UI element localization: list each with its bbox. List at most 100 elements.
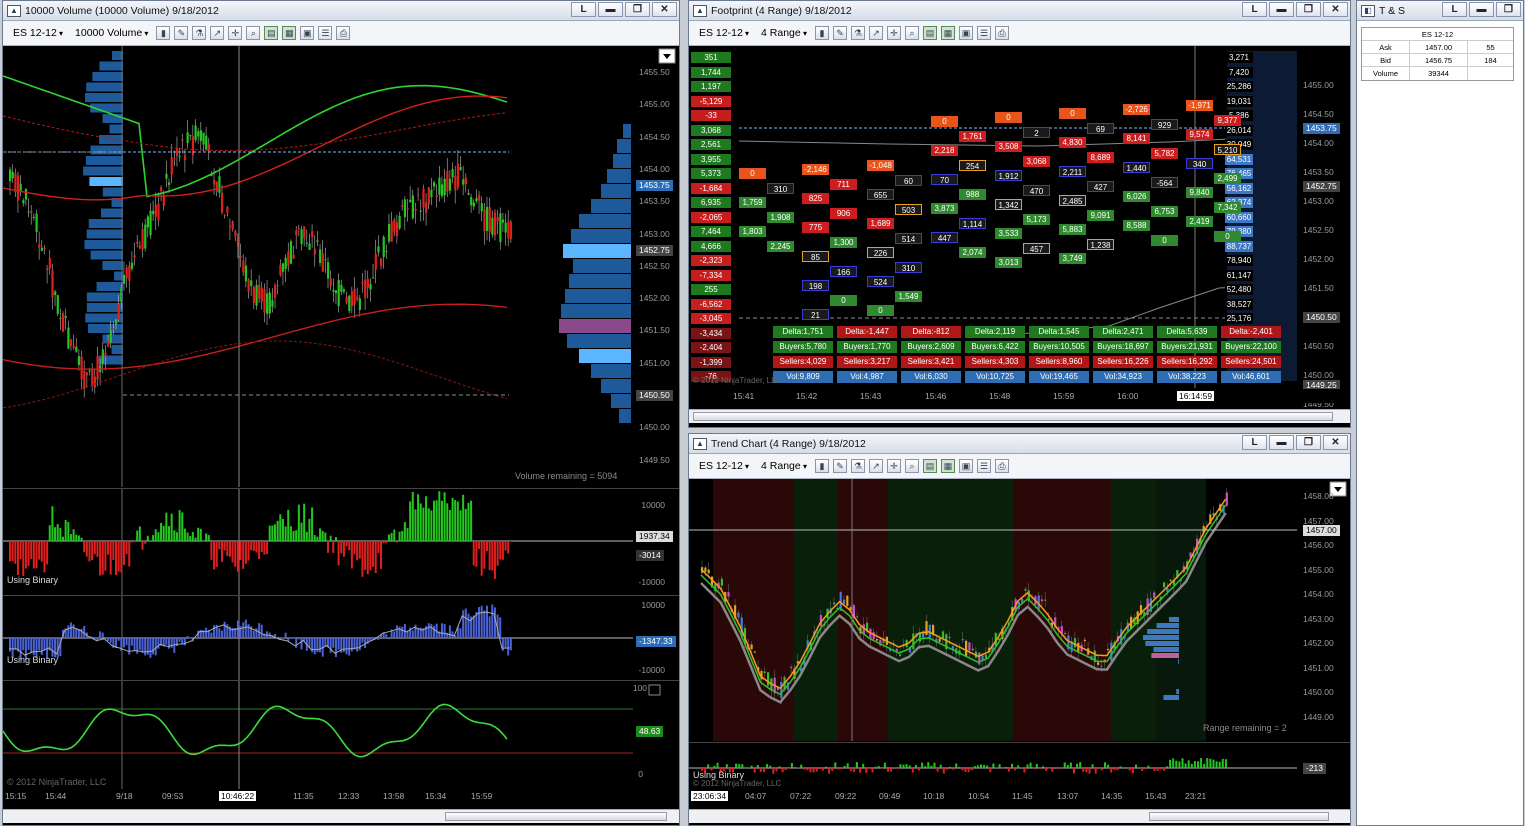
share-icon[interactable]: ⎙ xyxy=(994,459,1009,473)
snapshot-icon[interactable]: ▣ xyxy=(300,26,315,40)
data-box-icon[interactable]: ▦ xyxy=(282,26,297,40)
scrollbar-thumb[interactable] xyxy=(445,812,667,821)
candle xyxy=(446,170,449,192)
histogram-bar xyxy=(464,508,467,541)
histogram-bar xyxy=(62,536,64,541)
footprint-panel[interactable]: 351 1,744 1,197 -5,129 -33 3,068 2,561 3,955 5,3… xyxy=(689,46,1350,409)
histogram-bar xyxy=(1156,768,1159,771)
snapshot-icon[interactable]: ▣ xyxy=(958,26,973,40)
title-bar[interactable]: ▲ Footprint (4 Range) 9/18/2012 L ▬ ❐ ✕ xyxy=(689,1,1350,21)
histogram-bar xyxy=(877,766,880,768)
strategy-icon[interactable]: ↗ xyxy=(868,26,883,40)
zoom-icon[interactable]: ⌕ xyxy=(904,26,919,40)
bar-type-icon[interactable]: ▮ xyxy=(156,26,171,40)
indicator-panel-2[interactable]: 10000 -10000 -1347.33 Using Binary xyxy=(3,595,679,680)
scrollbar-thumb[interactable] xyxy=(1149,812,1329,821)
instrument-selector[interactable]: ES 12-12 xyxy=(9,27,67,39)
footprint-cell: 1,114 xyxy=(959,217,986,229)
indicator-panel-3[interactable]: 100 0 48.63 © 2012 NinjaTrader, LLC xyxy=(3,680,679,789)
minimize-button[interactable]: ▬ xyxy=(1269,435,1294,450)
footprint-left-cell: -2,404 xyxy=(691,342,731,353)
indicator-panel-1[interactable]: 10000 -10000 1937.34 -3014 Using Binary xyxy=(3,488,679,595)
draw-pencil-icon[interactable]: ✎ xyxy=(832,459,847,473)
share-icon[interactable]: ⎙ xyxy=(994,26,1009,40)
trend-price-panel[interactable]: 1458.00 1457.00 1456.00 1455.00 1454.00 1453.… xyxy=(689,479,1350,741)
crosshair-icon[interactable]: ✛ xyxy=(886,459,901,473)
chart-trader-icon[interactable]: ▤ xyxy=(922,459,937,473)
maximize-button[interactable]: ❐ xyxy=(1296,435,1321,450)
indicator-icon[interactable]: ⚗ xyxy=(850,26,865,40)
instrument-selector[interactable]: ES 12-12 xyxy=(695,460,753,472)
price-panel[interactable]: 1455.50 1455.00 1454.50 1454.00 1453.50 1453.… xyxy=(3,46,679,487)
candle xyxy=(790,667,793,669)
footprint-cell: 60 xyxy=(895,174,922,186)
link-button[interactable]: L xyxy=(1242,2,1267,17)
histogram-bar xyxy=(1159,768,1162,770)
histogram-bar xyxy=(189,536,192,541)
histogram-bar xyxy=(509,638,512,651)
period-selector[interactable]: 10000 Volume xyxy=(71,27,152,39)
maximize-button[interactable]: ❐ xyxy=(1496,2,1521,17)
maximize-button[interactable]: ❐ xyxy=(1296,2,1321,17)
minimize-button[interactable]: ▬ xyxy=(1469,2,1494,17)
horizontal-scrollbar[interactable] xyxy=(689,809,1350,823)
histogram-bar xyxy=(1178,761,1181,768)
bar-type-icon[interactable]: ▮ xyxy=(814,459,829,473)
ts-row[interactable]: Ask 1457.00 55 xyxy=(1362,41,1513,54)
link-button[interactable]: L xyxy=(571,2,596,17)
ts-row[interactable]: Bid 1456.75 184 xyxy=(1362,54,1513,67)
chart-trader-icon[interactable]: ▤ xyxy=(922,26,937,40)
indicator-icon[interactable]: ⚗ xyxy=(850,459,865,473)
histogram-bar xyxy=(488,616,491,638)
properties-icon[interactable]: ☰ xyxy=(318,26,333,40)
histogram-bar xyxy=(475,541,478,567)
time-label: 13:58 xyxy=(383,791,405,801)
share-icon[interactable]: ⎙ xyxy=(336,26,351,40)
crosshair-icon[interactable]: ✛ xyxy=(886,26,901,40)
indicator-icon[interactable]: ⚗ xyxy=(192,26,207,40)
minimize-button[interactable]: ▬ xyxy=(1269,2,1294,17)
draw-pencil-icon[interactable]: ✎ xyxy=(832,26,847,40)
time-label: 14:35 xyxy=(1101,791,1123,801)
candle xyxy=(403,199,407,218)
trend-indicator-panel[interactable]: -213 Using Binary © 2012 NinjaTrader, LL… xyxy=(689,742,1350,788)
horizontal-scrollbar[interactable] xyxy=(689,409,1350,423)
snapshot-icon[interactable]: ▣ xyxy=(958,459,973,473)
candle xyxy=(136,241,139,244)
period-selector[interactable]: 4 Range xyxy=(757,460,811,472)
chart-trader-icon[interactable]: ▤ xyxy=(264,26,279,40)
price-tick: 1451.00 xyxy=(639,357,670,368)
strategy-icon[interactable]: ↗ xyxy=(868,459,883,473)
close-button[interactable]: ✕ xyxy=(1323,2,1348,17)
minimize-button[interactable]: ▬ xyxy=(598,2,623,17)
link-button[interactable]: L xyxy=(1242,435,1267,450)
horizontal-scrollbar[interactable] xyxy=(3,809,679,823)
maximize-button[interactable]: ❐ xyxy=(625,2,650,17)
histogram-bar xyxy=(252,630,255,638)
footprint-cell: 6,753 xyxy=(1151,205,1178,217)
instrument-selector[interactable]: ES 12-12 xyxy=(695,27,753,39)
close-button[interactable]: ✕ xyxy=(652,2,677,17)
time-label: 15:43 xyxy=(1145,791,1167,801)
period-selector[interactable]: 4 Range xyxy=(757,27,811,39)
strategy-icon[interactable]: ↗ xyxy=(210,26,225,40)
draw-pencil-icon[interactable]: ✎ xyxy=(174,26,189,40)
scrollbar-thumb[interactable] xyxy=(693,412,1333,421)
properties-icon[interactable]: ☰ xyxy=(976,459,991,473)
candle xyxy=(456,163,460,188)
zoom-icon[interactable]: ⌕ xyxy=(904,459,919,473)
link-button[interactable]: L xyxy=(1442,2,1467,17)
close-button[interactable]: ✕ xyxy=(1323,435,1348,450)
data-box-icon[interactable]: ▦ xyxy=(940,26,955,40)
candle xyxy=(486,206,489,231)
data-box-icon[interactable]: ▦ xyxy=(940,459,955,473)
title-bar[interactable]: ▲ 10000 Volume (10000 Volume) 9/18/2012 … xyxy=(3,1,679,21)
title-bar[interactable]: ▲ Trend Chart (4 Range) 9/18/2012 L ▬ ❐ … xyxy=(689,434,1350,454)
bar-type-icon[interactable]: ▮ xyxy=(814,26,829,40)
ts-row[interactable]: Volume 39344 xyxy=(1362,67,1513,80)
title-bar[interactable]: ◧ T & S L ▬ ❐ xyxy=(1357,1,1523,21)
crosshair-icon[interactable]: ✛ xyxy=(228,26,243,40)
zoom-icon[interactable]: ⌕ xyxy=(246,26,261,40)
footprint-vol-stat: Vol:6,030 xyxy=(901,371,961,383)
properties-icon[interactable]: ☰ xyxy=(976,26,991,40)
